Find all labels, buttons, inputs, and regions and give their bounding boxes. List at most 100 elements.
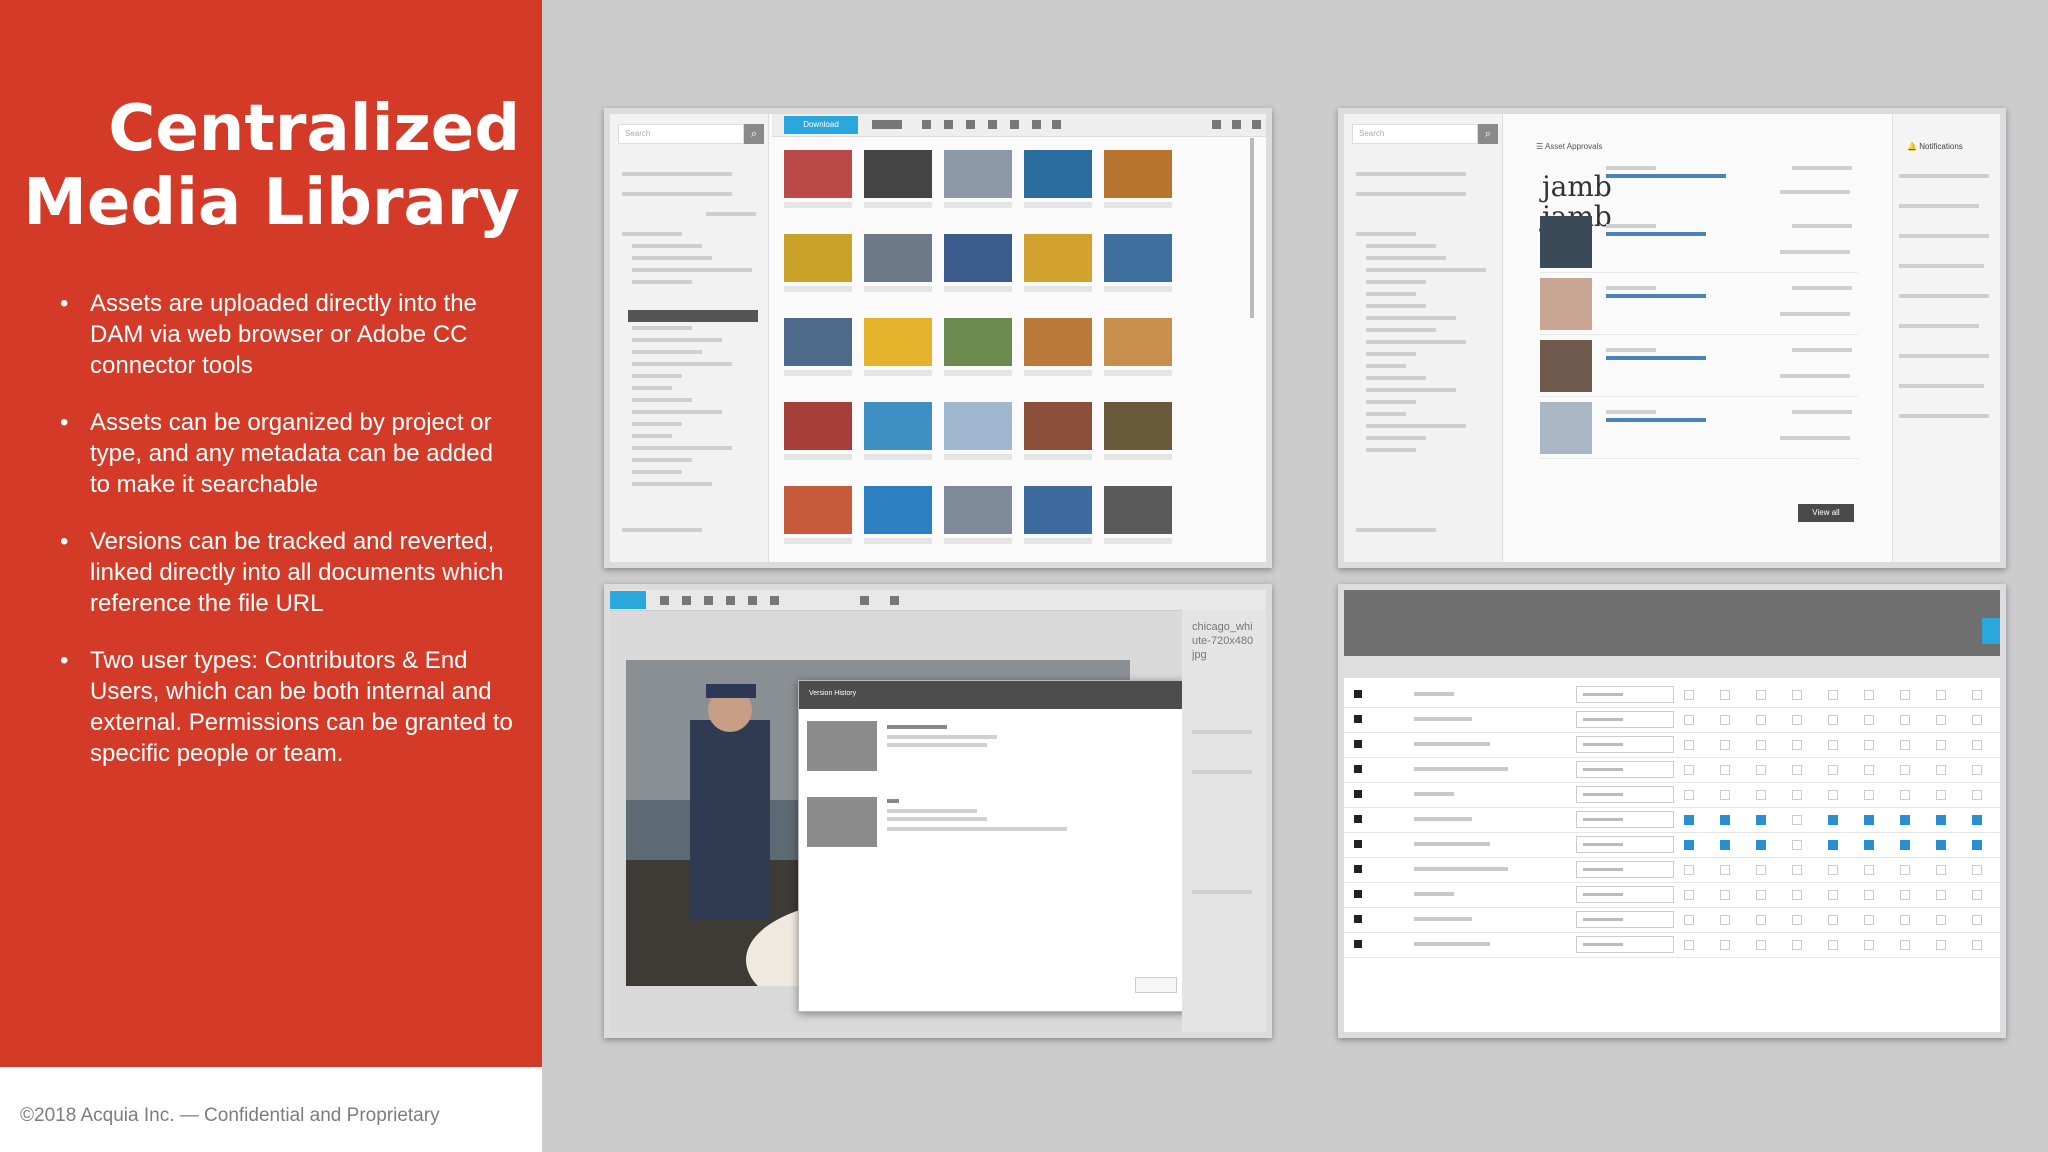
permission-checkbox[interactable] — [1864, 815, 1874, 825]
download-permission-select[interactable] — [1576, 711, 1674, 728]
version-actions[interactable] — [887, 827, 1067, 831]
permission-checkbox[interactable] — [1792, 690, 1802, 700]
permission-checkbox[interactable] — [1828, 815, 1838, 825]
permission-checkbox[interactable] — [1828, 765, 1838, 775]
row-checkbox[interactable] — [1354, 715, 1362, 723]
permissions-row[interactable] — [1344, 882, 2000, 908]
scrollbar[interactable] — [1250, 138, 1254, 318]
grid-icon[interactable] — [966, 120, 975, 129]
permission-checkbox[interactable] — [1864, 715, 1874, 725]
asset-thumbnail[interactable] — [1024, 318, 1092, 366]
tree-item[interactable] — [632, 434, 672, 438]
permission-checkbox[interactable] — [1792, 890, 1802, 900]
sort-icon[interactable] — [1212, 120, 1221, 129]
notification-item[interactable] — [1899, 294, 1989, 298]
permission-checkbox[interactable] — [1756, 865, 1766, 875]
share-icon[interactable] — [726, 596, 735, 605]
search-input[interactable]: Search — [1352, 124, 1478, 144]
download-permission-select[interactable] — [1576, 936, 1674, 953]
upload-icon[interactable] — [872, 120, 902, 129]
approval-row[interactable] — [1540, 398, 1858, 459]
permission-checkbox[interactable] — [1936, 815, 1946, 825]
permission-checkbox[interactable] — [1720, 690, 1730, 700]
approval-row[interactable] — [1540, 336, 1858, 397]
permissions-row[interactable] — [1344, 782, 2000, 808]
permission-checkbox[interactable] — [1900, 890, 1910, 900]
permissions-row[interactable] — [1344, 682, 2000, 708]
download-permission-select[interactable] — [1576, 736, 1674, 753]
permission-checkbox[interactable] — [1756, 765, 1766, 775]
row-checkbox[interactable] — [1354, 865, 1362, 873]
permission-checkbox[interactable] — [1864, 765, 1874, 775]
permissions-row[interactable] — [1344, 707, 2000, 733]
tree-item[interactable] — [1366, 244, 1436, 248]
edit-icon[interactable] — [1010, 120, 1019, 129]
permission-checkbox[interactable] — [1936, 940, 1946, 950]
permission-checkbox[interactable] — [1972, 940, 1982, 950]
link-icon[interactable] — [988, 120, 997, 129]
tree-item[interactable] — [622, 232, 682, 236]
asset-thumbnail[interactable] — [1024, 486, 1092, 534]
tree-item[interactable] — [632, 470, 682, 474]
approval-file-link[interactable] — [1606, 418, 1706, 422]
permission-checkbox[interactable] — [1756, 740, 1766, 750]
permission-checkbox[interactable] — [1792, 815, 1802, 825]
tree-item[interactable] — [622, 192, 732, 196]
row-checkbox[interactable] — [1354, 840, 1362, 848]
row-checkbox[interactable] — [1354, 815, 1362, 823]
asset-thumbnail[interactable] — [784, 318, 852, 366]
permission-checkbox[interactable] — [1972, 740, 1982, 750]
row-checkbox[interactable] — [1354, 940, 1362, 948]
permissions-row[interactable] — [1344, 757, 2000, 783]
approval-row[interactable] — [1540, 274, 1858, 335]
permission-checkbox[interactable] — [1684, 715, 1694, 725]
permission-checkbox[interactable] — [1936, 915, 1946, 925]
asset-thumbnail[interactable] — [1024, 234, 1092, 282]
delete-icon[interactable] — [1052, 120, 1061, 129]
permission-checkbox[interactable] — [1936, 740, 1946, 750]
permission-checkbox[interactable] — [1900, 715, 1910, 725]
permission-checkbox[interactable] — [1828, 690, 1838, 700]
download-icon[interactable] — [770, 596, 779, 605]
tree-item[interactable] — [1366, 448, 1416, 452]
tree-item[interactable] — [1366, 280, 1426, 284]
notification-item[interactable] — [1899, 234, 1989, 238]
permission-checkbox[interactable] — [1900, 765, 1910, 775]
asset-thumbnail[interactable] — [864, 318, 932, 366]
approval-actions[interactable] — [1780, 374, 1850, 378]
notification-item[interactable] — [1899, 384, 1984, 388]
tree-item[interactable] — [632, 374, 682, 378]
project-selector[interactable] — [1356, 528, 1436, 532]
tree-item[interactable] — [632, 280, 692, 284]
permissions-row[interactable] — [1344, 932, 2000, 958]
permission-checkbox[interactable] — [1900, 940, 1910, 950]
asset-thumbnail[interactable] — [1104, 486, 1172, 534]
download-permission-select[interactable] — [1576, 911, 1674, 928]
permission-checkbox[interactable] — [1972, 865, 1982, 875]
asset-thumbnail[interactable] — [784, 234, 852, 282]
permission-checkbox[interactable] — [1684, 840, 1694, 850]
asset-thumbnail[interactable] — [944, 150, 1012, 198]
permission-checkbox[interactable] — [1684, 815, 1694, 825]
folder-icon[interactable] — [922, 120, 931, 129]
approval-file-link[interactable] — [1606, 174, 1726, 178]
tree-item[interactable] — [1366, 436, 1426, 440]
download-permission-select[interactable] — [1576, 686, 1674, 703]
tree-item-selected[interactable] — [628, 310, 758, 322]
approval-actions[interactable] — [1780, 190, 1850, 194]
asset-thumbnail[interactable] — [784, 486, 852, 534]
download-permission-select[interactable] — [1576, 811, 1674, 828]
tree-item[interactable] — [1356, 172, 1466, 176]
asset-thumbnail[interactable] — [784, 402, 852, 450]
permission-checkbox[interactable] — [1792, 865, 1802, 875]
permission-checkbox[interactable] — [1756, 940, 1766, 950]
download-permission-select[interactable] — [1576, 886, 1674, 903]
row-checkbox[interactable] — [1354, 915, 1362, 923]
approval-row[interactable] — [1540, 212, 1858, 273]
search-input[interactable]: Search — [618, 124, 744, 144]
permission-checkbox[interactable] — [1756, 715, 1766, 725]
permission-checkbox[interactable] — [1684, 740, 1694, 750]
view-all-button[interactable]: View all — [1798, 504, 1854, 522]
permission-checkbox[interactable] — [1900, 840, 1910, 850]
menu-icon[interactable] — [1252, 120, 1261, 129]
